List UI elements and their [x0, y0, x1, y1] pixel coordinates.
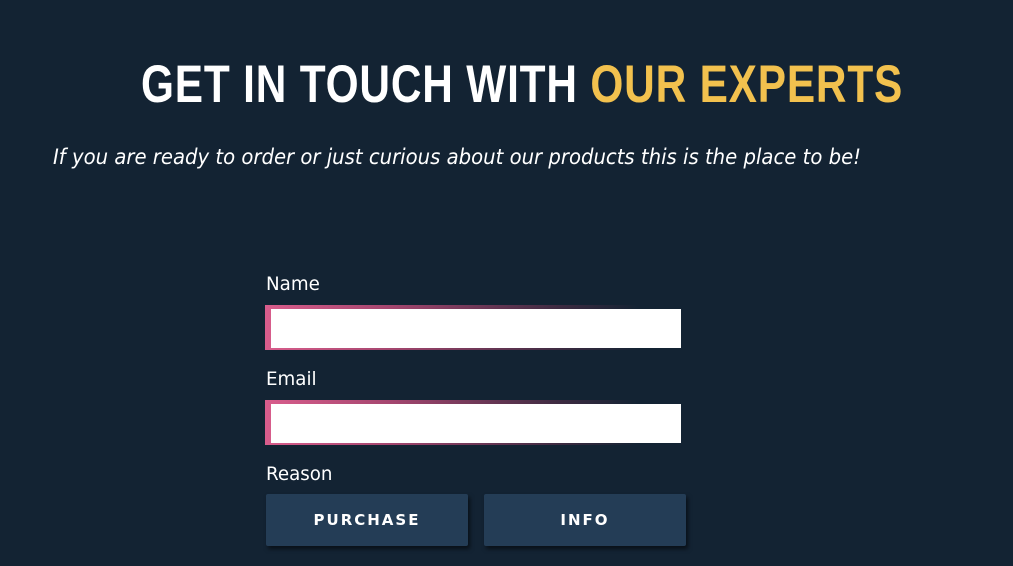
info-button[interactable]: INFO [484, 494, 686, 546]
title-accent: OUR EXPERTS [590, 55, 904, 114]
name-input[interactable] [271, 309, 681, 348]
name-field-border [265, 305, 681, 350]
reason-label: Reason [266, 463, 333, 485]
email-label: Email [266, 368, 317, 390]
title-main: GET IN TOUCH WITH [141, 55, 591, 114]
purchase-button[interactable]: PURCHASE [266, 494, 468, 546]
email-field-border [265, 400, 681, 445]
page-title: GET IN TOUCH WITH OUR EXPERTS [141, 50, 903, 120]
page-subtitle: If you are ready to order or just curiou… [53, 145, 862, 169]
name-label: Name [266, 273, 320, 295]
email-input[interactable] [271, 404, 681, 443]
